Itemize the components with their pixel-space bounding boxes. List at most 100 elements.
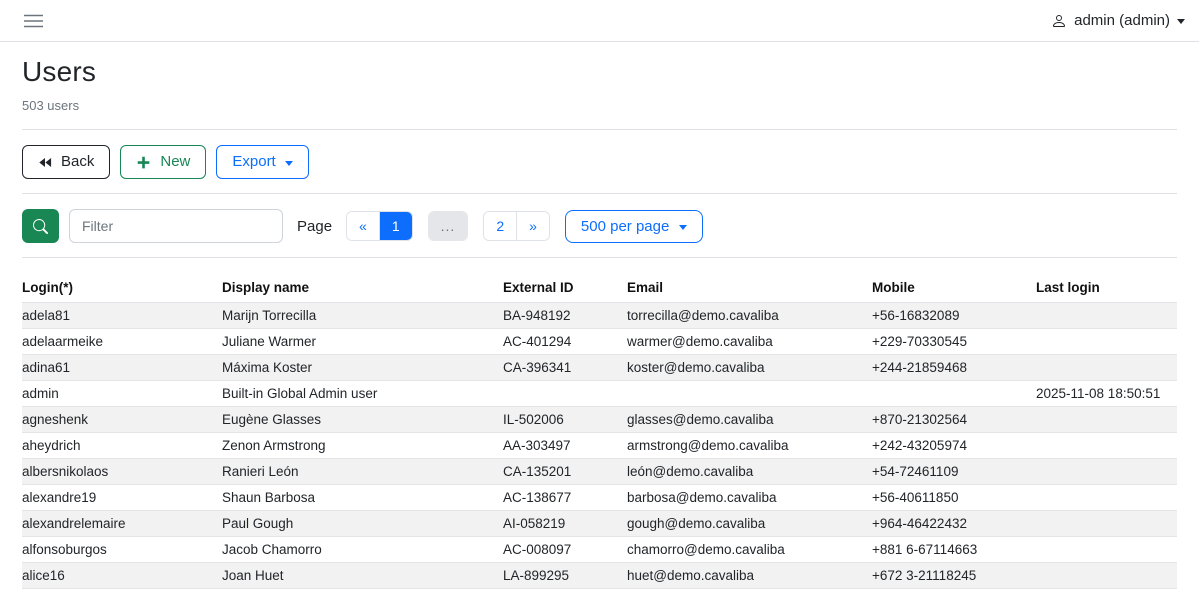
cell-email: armstrong@demo.cavaliba bbox=[627, 433, 872, 459]
page-item-«[interactable]: « bbox=[347, 212, 379, 240]
cell-last-login bbox=[1036, 511, 1177, 537]
cell-mobile: +244-21859468 bbox=[872, 355, 1036, 381]
topbar: admin (admin) bbox=[0, 0, 1199, 42]
cell-last-login bbox=[1036, 563, 1177, 589]
table-row[interactable]: adelaarmeike Juliane Warmer AC-401294 wa… bbox=[22, 329, 1177, 355]
cell-last-login bbox=[1036, 407, 1177, 433]
main-content: Users 503 users Back New Export Page bbox=[0, 56, 1199, 589]
cell-mobile: +242-43205974 bbox=[872, 433, 1036, 459]
column-header-external_id: External ID bbox=[503, 273, 627, 303]
cell-login: alice16 bbox=[22, 563, 222, 589]
cell-login: alexandrelemaire bbox=[22, 511, 222, 537]
table-row[interactable]: albersnikolaos Ranieri León CA-135201 le… bbox=[22, 459, 1177, 485]
pagination-group: 2» bbox=[483, 211, 550, 241]
cell-external-id: CA-135201 bbox=[503, 459, 627, 485]
cell-mobile: +964-46422432 bbox=[872, 511, 1036, 537]
menu-icon[interactable] bbox=[24, 13, 43, 29]
page-label: Page bbox=[297, 218, 332, 235]
page-item-2[interactable]: 2 bbox=[484, 212, 516, 240]
table-row[interactable]: alexandre19 Shaun Barbosa AC-138677 barb… bbox=[22, 485, 1177, 511]
divider bbox=[22, 257, 1177, 258]
new-button[interactable]: New bbox=[120, 145, 206, 179]
table-row[interactable]: alfonsoburgos Jacob Chamorro AC-008097 c… bbox=[22, 537, 1177, 563]
cell-display-name: Built-in Global Admin user bbox=[222, 381, 503, 407]
cell-external-id: AC-401294 bbox=[503, 329, 627, 355]
cell-display-name: Zenon Armstrong bbox=[222, 433, 503, 459]
per-page-dropdown[interactable]: 500 per page bbox=[565, 210, 703, 243]
column-header-last_login: Last login bbox=[1036, 273, 1177, 303]
column-header-display_name: Display name bbox=[222, 273, 503, 303]
cell-login: albersnikolaos bbox=[22, 459, 222, 485]
user-menu-label: admin (admin) bbox=[1074, 12, 1170, 29]
cell-display-name: Paul Gough bbox=[222, 511, 503, 537]
header-row: Login(*)Display nameExternal IDEmailMobi… bbox=[22, 273, 1177, 303]
table-row[interactable]: alice16 Joan Huet LA-899295 huet@demo.ca… bbox=[22, 563, 1177, 589]
table-row[interactable]: agneshenk Eugène Glasses IL-502006 glass… bbox=[22, 407, 1177, 433]
search-icon bbox=[33, 219, 48, 234]
page-item-»[interactable]: » bbox=[516, 212, 549, 240]
cell-last-login bbox=[1036, 329, 1177, 355]
cell-login: alexandre19 bbox=[22, 485, 222, 511]
cell-mobile: +229-70330545 bbox=[872, 329, 1036, 355]
cell-external-id: CA-396341 bbox=[503, 355, 627, 381]
cell-mobile bbox=[872, 381, 1036, 407]
cell-email: barbosa@demo.cavaliba bbox=[627, 485, 872, 511]
cell-external-id: IL-502006 bbox=[503, 407, 627, 433]
filter-bar: Page «1... 2» 500 per page bbox=[22, 194, 1177, 257]
plus-icon bbox=[136, 155, 151, 170]
cell-mobile: +870-21302564 bbox=[872, 407, 1036, 433]
cell-display-name: Máxima Koster bbox=[222, 355, 503, 381]
page-title: Users bbox=[22, 56, 1177, 88]
column-header-login: Login(*) bbox=[22, 273, 222, 303]
cell-last-login bbox=[1036, 303, 1177, 329]
search-button[interactable] bbox=[22, 209, 59, 243]
cell-external-id: AI-058219 bbox=[503, 511, 627, 537]
export-button-label: Export bbox=[232, 152, 275, 172]
back-button[interactable]: Back bbox=[22, 145, 110, 179]
cell-login: aheydrich bbox=[22, 433, 222, 459]
filter-input[interactable] bbox=[69, 209, 283, 243]
cell-login: admin bbox=[22, 381, 222, 407]
table-row[interactable]: alexandrelemaire Paul Gough AI-058219 go… bbox=[22, 511, 1177, 537]
cell-display-name: Eugène Glasses bbox=[222, 407, 503, 433]
back-button-label: Back bbox=[61, 152, 94, 172]
user-menu[interactable]: admin (admin) bbox=[1051, 12, 1185, 29]
cell-email: chamorro@demo.cavaliba bbox=[627, 537, 872, 563]
pagination: «1... 2» bbox=[346, 211, 550, 241]
users-table-header: Login(*)Display nameExternal IDEmailMobi… bbox=[22, 273, 1177, 303]
cell-external-id: AC-008097 bbox=[503, 537, 627, 563]
cell-display-name: Shaun Barbosa bbox=[222, 485, 503, 511]
caret-down-icon bbox=[1177, 19, 1185, 24]
page-item-1[interactable]: 1 bbox=[379, 212, 412, 240]
cell-display-name: Marijn Torrecilla bbox=[222, 303, 503, 329]
users-table-body: adela81 Marijn Torrecilla BA-948192 torr… bbox=[22, 303, 1177, 589]
cell-mobile: +54-72461109 bbox=[872, 459, 1036, 485]
cell-display-name: Juliane Warmer bbox=[222, 329, 503, 355]
page-item-...: ... bbox=[429, 212, 468, 240]
person-icon bbox=[1051, 13, 1067, 29]
table-row[interactable]: aheydrich Zenon Armstrong AA-303497 arms… bbox=[22, 433, 1177, 459]
cell-email: koster@demo.cavaliba bbox=[627, 355, 872, 381]
cell-mobile: +56-40611850 bbox=[872, 485, 1036, 511]
table-row[interactable]: admin Built-in Global Admin user 2025-11… bbox=[22, 381, 1177, 407]
cell-email: huet@demo.cavaliba bbox=[627, 563, 872, 589]
cell-login: alfonsoburgos bbox=[22, 537, 222, 563]
users-table-container: Login(*)Display nameExternal IDEmailMobi… bbox=[22, 273, 1177, 589]
cell-last-login bbox=[1036, 485, 1177, 511]
rewind-icon bbox=[38, 156, 52, 169]
cell-last-login bbox=[1036, 459, 1177, 485]
user-count: 503 users bbox=[22, 98, 1177, 113]
cell-email: león@demo.cavaliba bbox=[627, 459, 872, 485]
cell-login: adina61 bbox=[22, 355, 222, 381]
export-button[interactable]: Export bbox=[216, 145, 308, 179]
cell-email bbox=[627, 381, 872, 407]
cell-login: adelaarmeike bbox=[22, 329, 222, 355]
table-row[interactable]: adina61 Máxima Koster CA-396341 koster@d… bbox=[22, 355, 1177, 381]
cell-mobile: +881 6-67114663 bbox=[872, 537, 1036, 563]
table-row[interactable]: adela81 Marijn Torrecilla BA-948192 torr… bbox=[22, 303, 1177, 329]
cell-external-id bbox=[503, 381, 627, 407]
cell-email: gough@demo.cavaliba bbox=[627, 511, 872, 537]
cell-login: agneshenk bbox=[22, 407, 222, 433]
column-header-email: Email bbox=[627, 273, 872, 303]
cell-email: torrecilla@demo.cavaliba bbox=[627, 303, 872, 329]
